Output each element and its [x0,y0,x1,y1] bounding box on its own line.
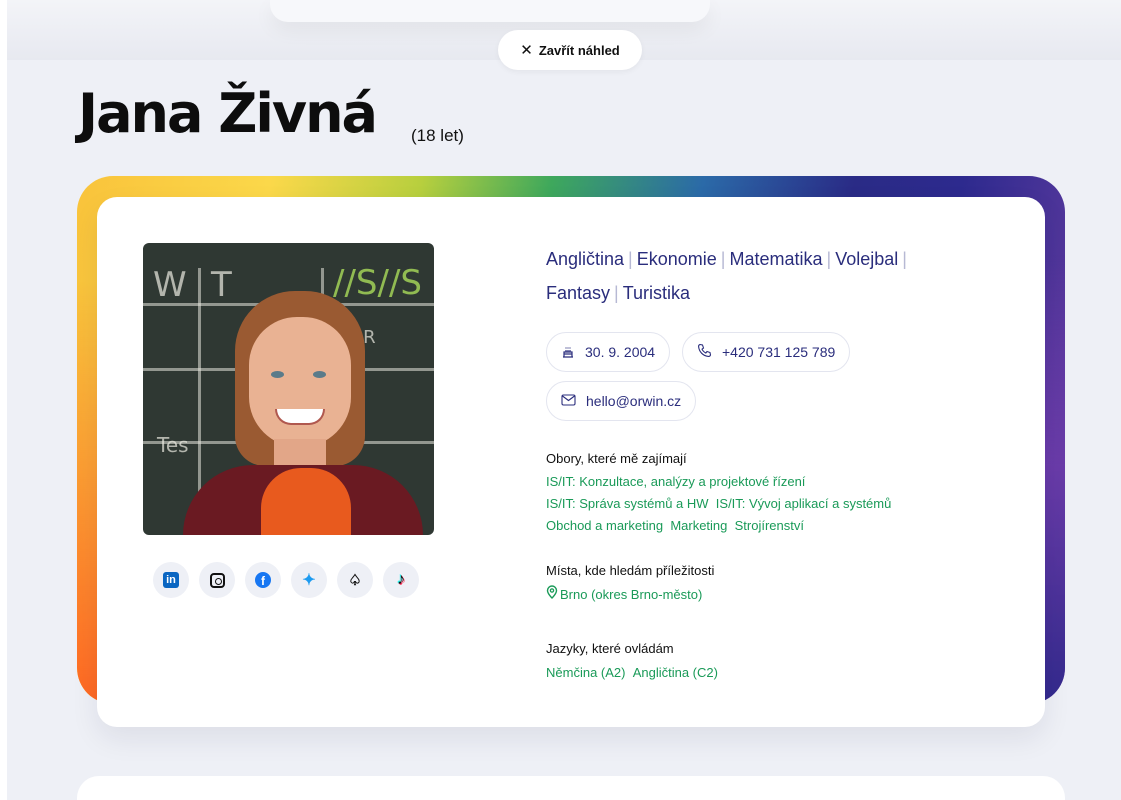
field-tag: IS/IT: Vývoj aplikací a systémů [715,496,892,511]
close-icon: ✕ [520,42,533,59]
languages-list: Němčina (A2) Angličtina (C2) [546,662,718,684]
close-preview-label: Zavřít náhled [538,42,620,58]
social-links: in f ✦ ♤ ♪ [153,562,419,598]
email-chip[interactable]: hello@orwin.cz [546,381,697,421]
fields-label: Obory, které mě zajímají [546,451,687,466]
snapchat-button[interactable]: ♤ [337,562,373,598]
email-value: hello@orwin.cz [586,393,682,409]
linkedin-button[interactable]: in [153,562,189,598]
languages-label: Jazyky, které ovládám [546,641,674,656]
instagram-button[interactable] [199,562,235,598]
fields-list: IS/IT: Konzultace, analýzy a projektové … [546,471,891,537]
interest-tag: Ekonomie [636,249,717,269]
facebook-icon: f [255,572,271,588]
phone-icon [697,343,712,361]
language-tag: Angličtina (C2) [632,665,718,680]
profile-photo: W T //S//S OR Tes [143,243,434,535]
birthday-chip: 30. 9. 2004 [546,332,671,372]
tiktok-button[interactable]: ♪ [383,562,419,598]
twitter-button[interactable]: ✦ [291,562,327,598]
interest-tag: Turistika [622,283,691,303]
phone-chip[interactable]: +420 731 125 789 [682,332,851,372]
twitter-icon: ✦ [302,572,316,589]
left-edge-strip [0,0,7,800]
facebook-button[interactable]: f [245,562,281,598]
interests-list: Angličtina | Ekonomie | Matematika | Volejbal |… [546,249,907,303]
interest-tag: Angličtina [546,249,625,269]
profile-name: Jana Živná [78,82,378,145]
place-item: Brno (okres Brno-město) [546,584,702,606]
tiktok-icon: ♪ [397,571,405,588]
field-tag: Strojírenství [734,518,804,533]
snapchat-icon: ♤ [348,572,362,589]
interest-tag: Matematika [729,249,823,269]
field-tag: Obchod a marketing [546,518,664,533]
mail-icon [561,393,576,409]
interest-tag: Fantasy [546,283,611,303]
phone-value: +420 731 125 789 [722,344,836,360]
interest-tag: Volejbal [835,249,899,269]
close-preview-button[interactable]: ✕ Zavřít náhled [498,30,642,70]
place-value: Brno (okres Brno-město) [560,587,703,602]
places-label: Místa, kde hledám příležitosti [546,563,715,578]
next-card [77,776,1065,800]
profile-age: (18 let) [411,126,464,145]
linkedin-icon: in [163,572,179,588]
language-tag: Němčina (A2) [546,665,626,680]
field-tag: IS/IT: Konzultace, analýzy a projektové … [546,474,806,489]
field-tag: IS/IT: Správa systémů a HW [546,496,709,511]
location-pin-icon [546,584,558,606]
cake-icon [561,344,575,361]
instagram-icon [209,572,225,588]
previous-card-edge [270,0,710,22]
field-tag: Marketing [670,518,728,533]
birthday-value: 30. 9. 2004 [585,344,656,360]
